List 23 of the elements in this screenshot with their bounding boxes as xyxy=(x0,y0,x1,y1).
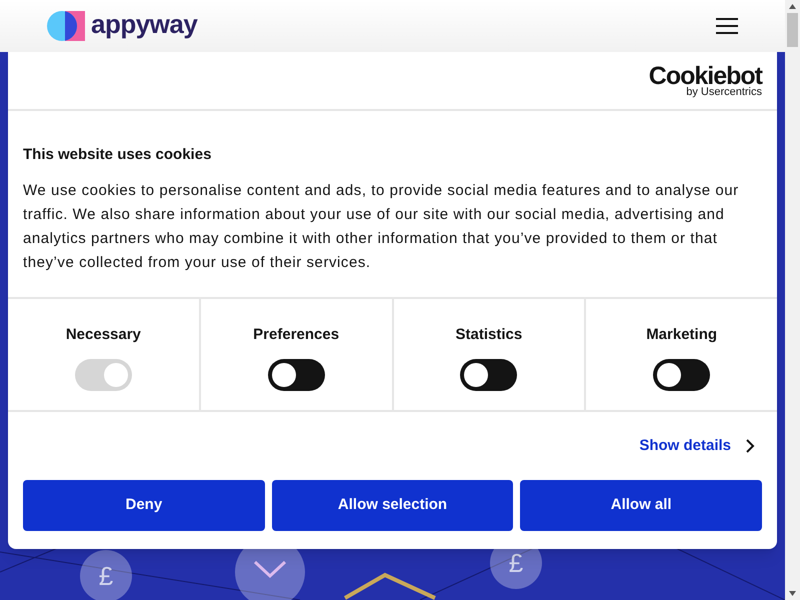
scrollbar[interactable] xyxy=(785,0,800,600)
pound-coin: £ xyxy=(80,550,132,600)
chevron-icon xyxy=(745,438,755,454)
toggle-switch[interactable] xyxy=(460,358,518,390)
category-label: Statistics xyxy=(456,325,522,345)
menu-icon[interactable] xyxy=(716,18,738,34)
consent-button[interactable]: Allow all xyxy=(520,480,762,531)
show-details-link[interactable]: Show details xyxy=(639,434,755,458)
consent-button[interactable]: Deny xyxy=(23,480,265,531)
brand-byline: by Usercentrics xyxy=(686,87,762,98)
scroll-up-arrow-icon[interactable] xyxy=(789,4,796,9)
logo-text: appyway xyxy=(91,11,198,37)
scrollbar-thumb[interactable] xyxy=(787,13,798,47)
logo-icon xyxy=(47,11,85,41)
toggle-switch[interactable] xyxy=(653,358,710,390)
dialog-body: We use cookies to personalise content and ads, to provide social media features and to analyse our traffic. We also share information about your use of our site with our social media, advertising and analytics partners who may combine it with other information that you’ve provided to them or that they’ve collected from your use of their services. xyxy=(23,180,740,272)
dialog-title: This website uses cookies xyxy=(23,145,212,165)
category-label: Preferences xyxy=(253,325,340,345)
category-label: Necessary xyxy=(66,325,141,345)
consent-button[interactable]: Allow selection xyxy=(272,480,514,531)
scroll-down-arrow-icon[interactable] xyxy=(789,591,796,596)
category-label: Marketing xyxy=(646,325,718,345)
toggle-switch[interactable] xyxy=(268,358,325,390)
